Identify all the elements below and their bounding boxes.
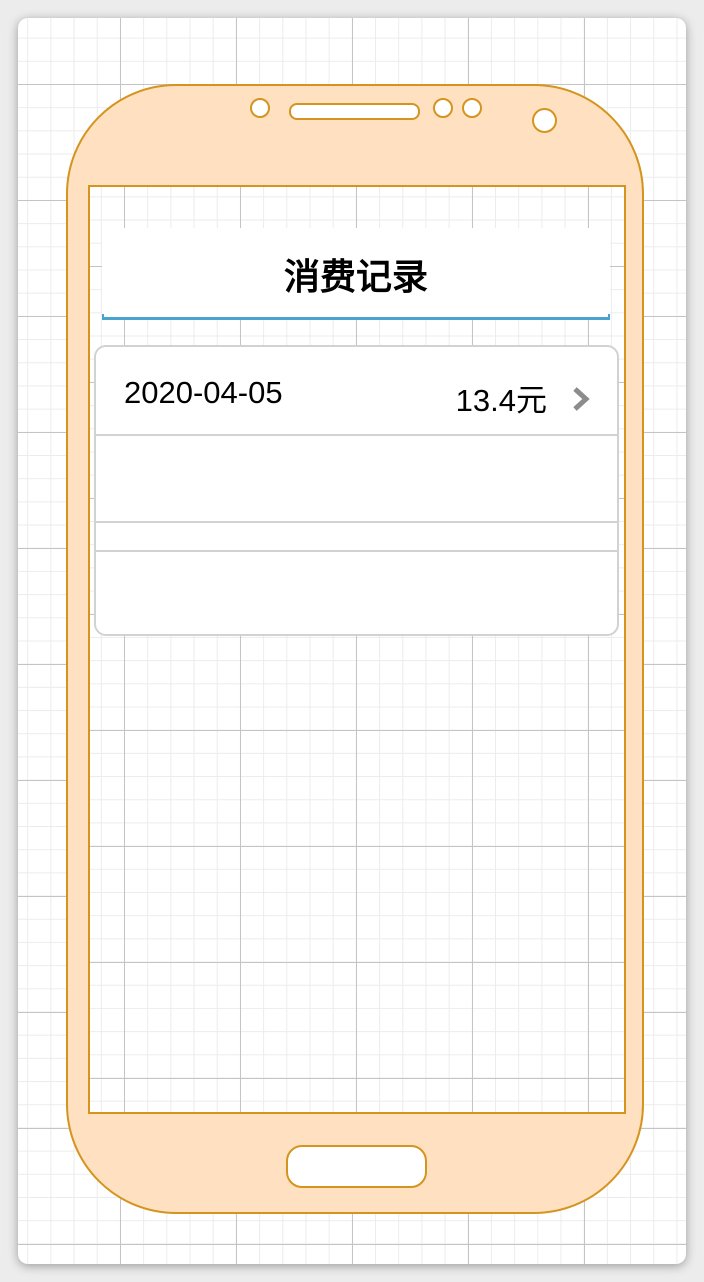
page-title: 消费记录 [283, 257, 428, 298]
home-button[interactable] [286, 1145, 427, 1188]
record-date: 2020-04-05 [124, 375, 283, 410]
records-list: 2020-04-05 13.4元 [94, 345, 619, 636]
record-amount: 13.4元 [455, 383, 547, 418]
chevron-right-icon [573, 387, 590, 411]
front-sensor-icon [250, 98, 270, 118]
sensor-dot-icon [433, 98, 453, 118]
list-item-empty [96, 523, 617, 552]
front-camera-icon [532, 108, 557, 133]
list-item-empty [96, 552, 617, 634]
sensor-dot-icon [462, 98, 482, 118]
title-bar: 消费记录 [102, 228, 610, 320]
earpiece-speaker [289, 103, 420, 120]
phone-screen [88, 185, 626, 1114]
record-row[interactable]: 2020-04-05 13.4元 [96, 347, 617, 436]
list-item-empty [96, 436, 617, 523]
